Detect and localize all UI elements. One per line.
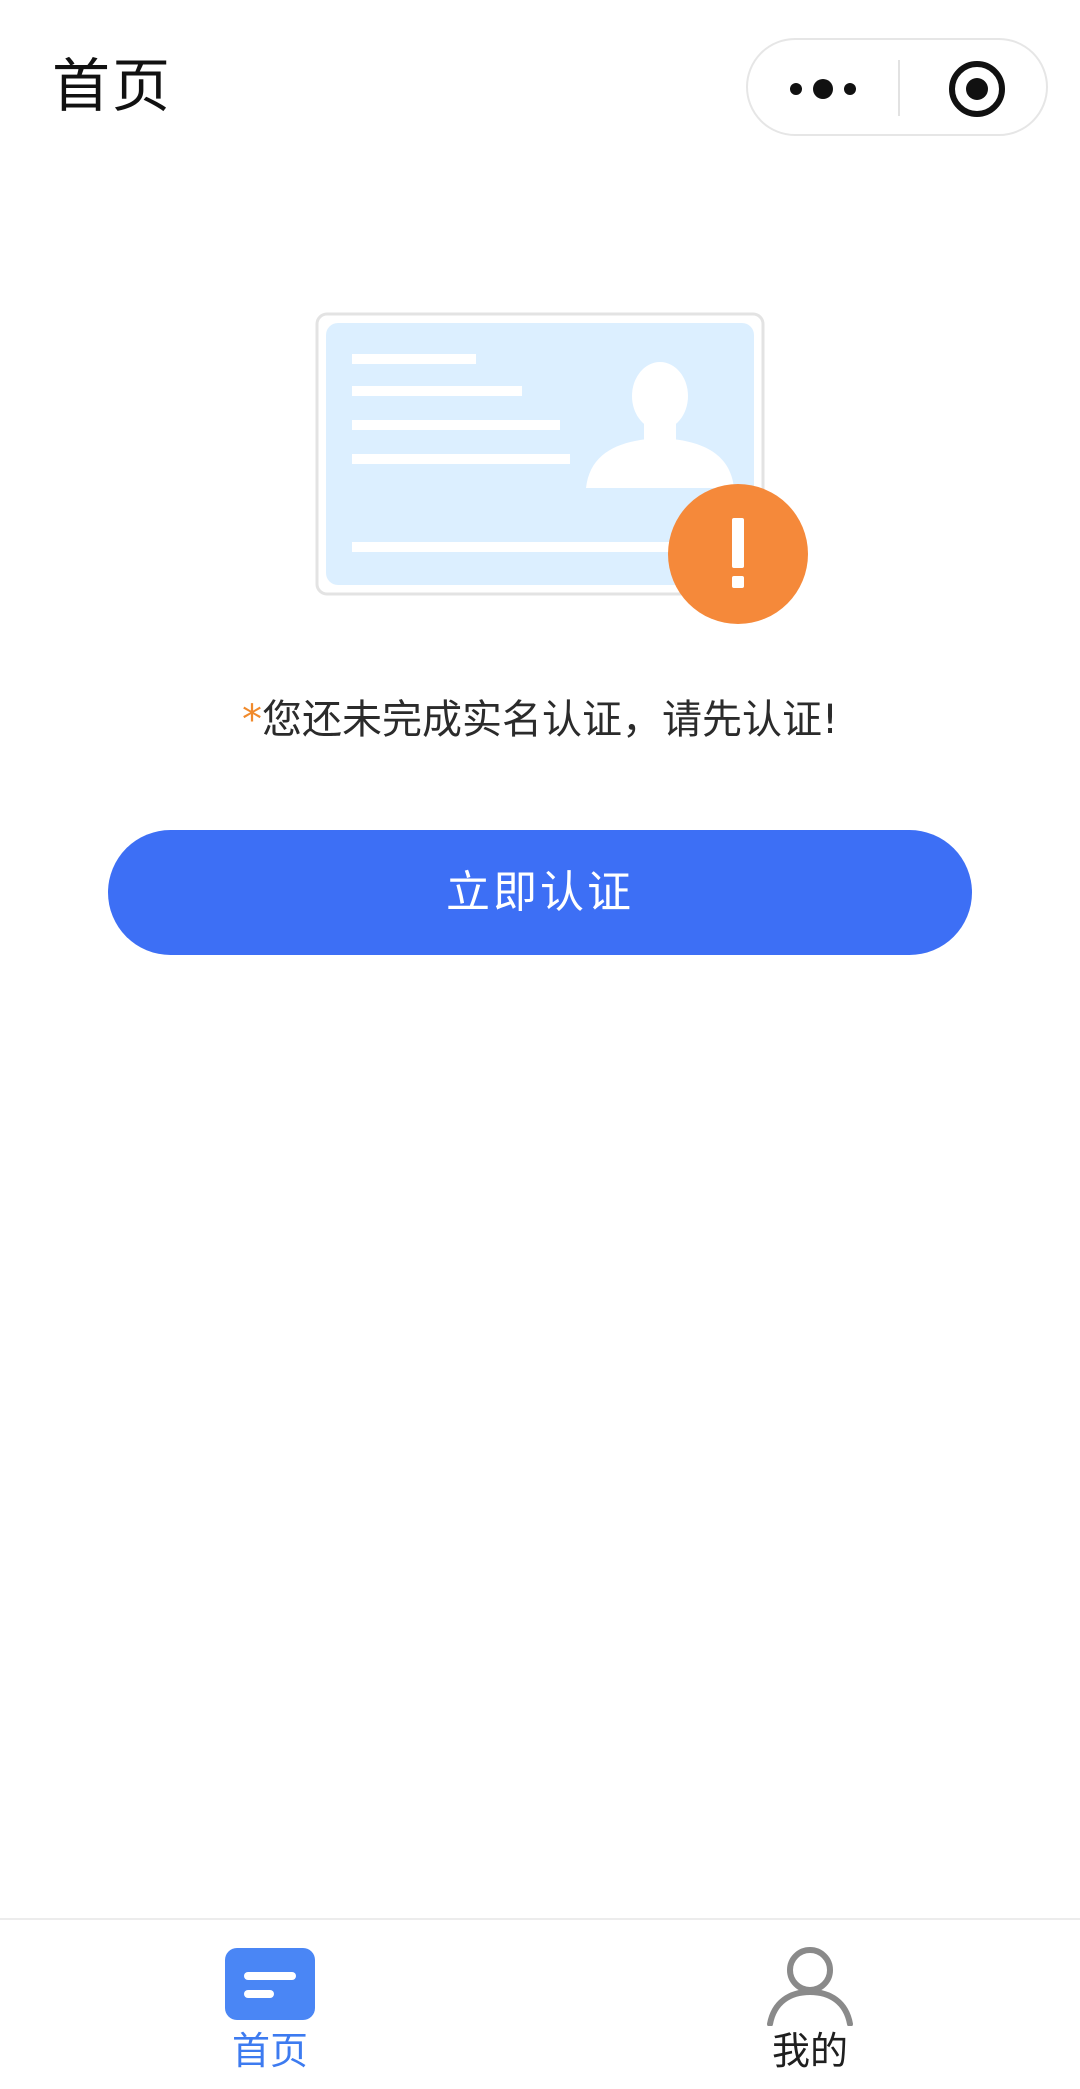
nav-bar: 首页 — [0, 0, 1080, 180]
close-button[interactable] — [900, 40, 1046, 134]
tab-mine-label: 我的 — [771, 2029, 848, 2073]
tab-home[interactable]: 首页 — [0, 1920, 540, 2089]
exclamation-icon — [668, 484, 808, 624]
tab-home-label: 首页 — [231, 2029, 308, 2073]
home-doc-icon — [225, 1948, 315, 2020]
mini-program-capsule — [746, 38, 1048, 136]
tab-mine[interactable]: 我的 — [540, 1920, 1080, 2089]
page-title: 首页 — [52, 52, 173, 120]
verification-prompt: *您还未完成实名认证，请先认证! — [0, 690, 1080, 750]
tab-bar: 首页 我的 — [0, 1918, 1080, 2089]
verify-now-button[interactable]: 立即认证 — [108, 830, 972, 955]
more-button[interactable] — [748, 40, 898, 134]
prompt-text: 您还未完成实名认证，请先认证! — [261, 697, 839, 743]
id-card-warning-illustration — [315, 312, 808, 624]
more-dots-icon — [790, 79, 856, 99]
target-close-icon — [949, 61, 1005, 117]
required-asterisk: * — [241, 697, 262, 743]
person-icon — [767, 1947, 853, 2026]
